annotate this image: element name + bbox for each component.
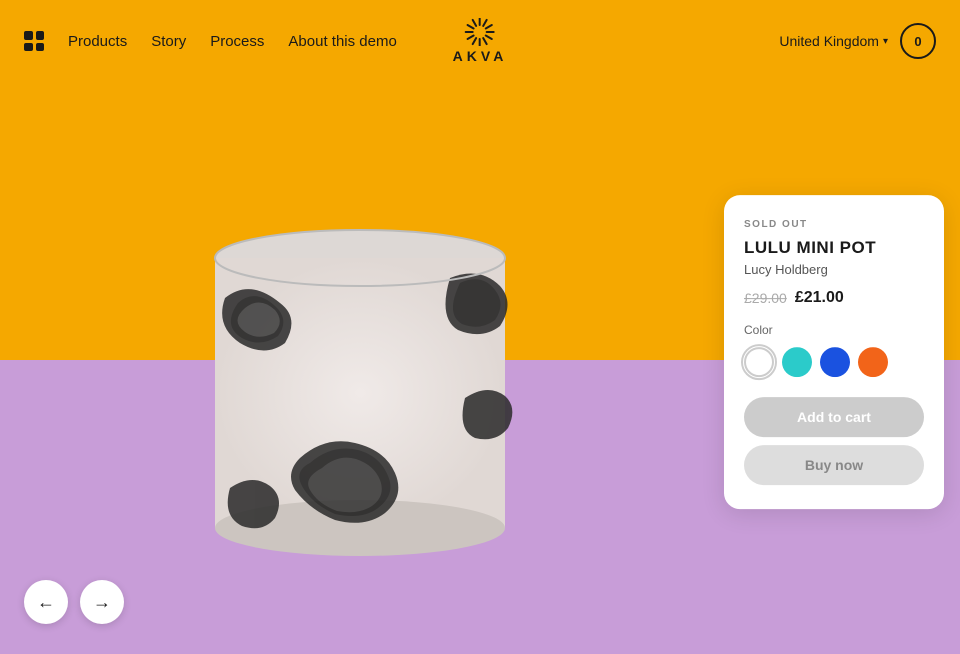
region-label: United Kingdom [779,33,879,49]
nav-products[interactable]: Products [68,33,127,50]
color-teal[interactable] [782,347,812,377]
color-label: Color [744,323,924,337]
navbar: Products Story Process About this demo A… [0,0,960,82]
color-white[interactable] [744,347,774,377]
pot-svg [170,178,550,598]
buy-now-button[interactable]: Buy now [744,445,924,485]
logo[interactable]: AKVA [453,18,508,64]
color-blue[interactable] [820,347,850,377]
chevron-down-icon: ▾ [883,36,888,47]
image-navigation: ← → [24,580,124,624]
product-card: SOLD OUT LULU MINI POT Lucy Holdberg £29… [724,195,944,509]
next-arrow[interactable]: → [80,580,124,624]
logo-text: AKVA [453,48,508,64]
price-sale: £21.00 [795,289,844,307]
product-artist: Lucy Holdberg [744,262,924,277]
price-row: £29.00 £21.00 [744,289,924,307]
color-options [744,347,924,377]
grid-icon [24,31,44,51]
sold-out-badge: SOLD OUT [744,219,924,230]
prev-arrow[interactable]: ← [24,580,68,624]
product-name: LULU MINI POT [744,238,924,258]
color-orange[interactable] [858,347,888,377]
nav-process[interactable]: Process [210,33,264,50]
region-selector[interactable]: United Kingdom ▾ [779,33,888,49]
cart-button[interactable]: 0 [900,23,936,59]
nav-about[interactable]: About this demo [288,33,396,50]
add-to-cart-button[interactable]: Add to cart [744,397,924,437]
nav-story[interactable]: Story [151,33,186,50]
product-image-area [0,82,720,654]
logo-icon [459,18,501,46]
product-image [170,178,550,598]
nav-right: United Kingdom ▾ 0 [779,23,936,59]
price-original: £29.00 [744,290,787,306]
nav-left: Products Story Process About this demo [24,31,397,51]
